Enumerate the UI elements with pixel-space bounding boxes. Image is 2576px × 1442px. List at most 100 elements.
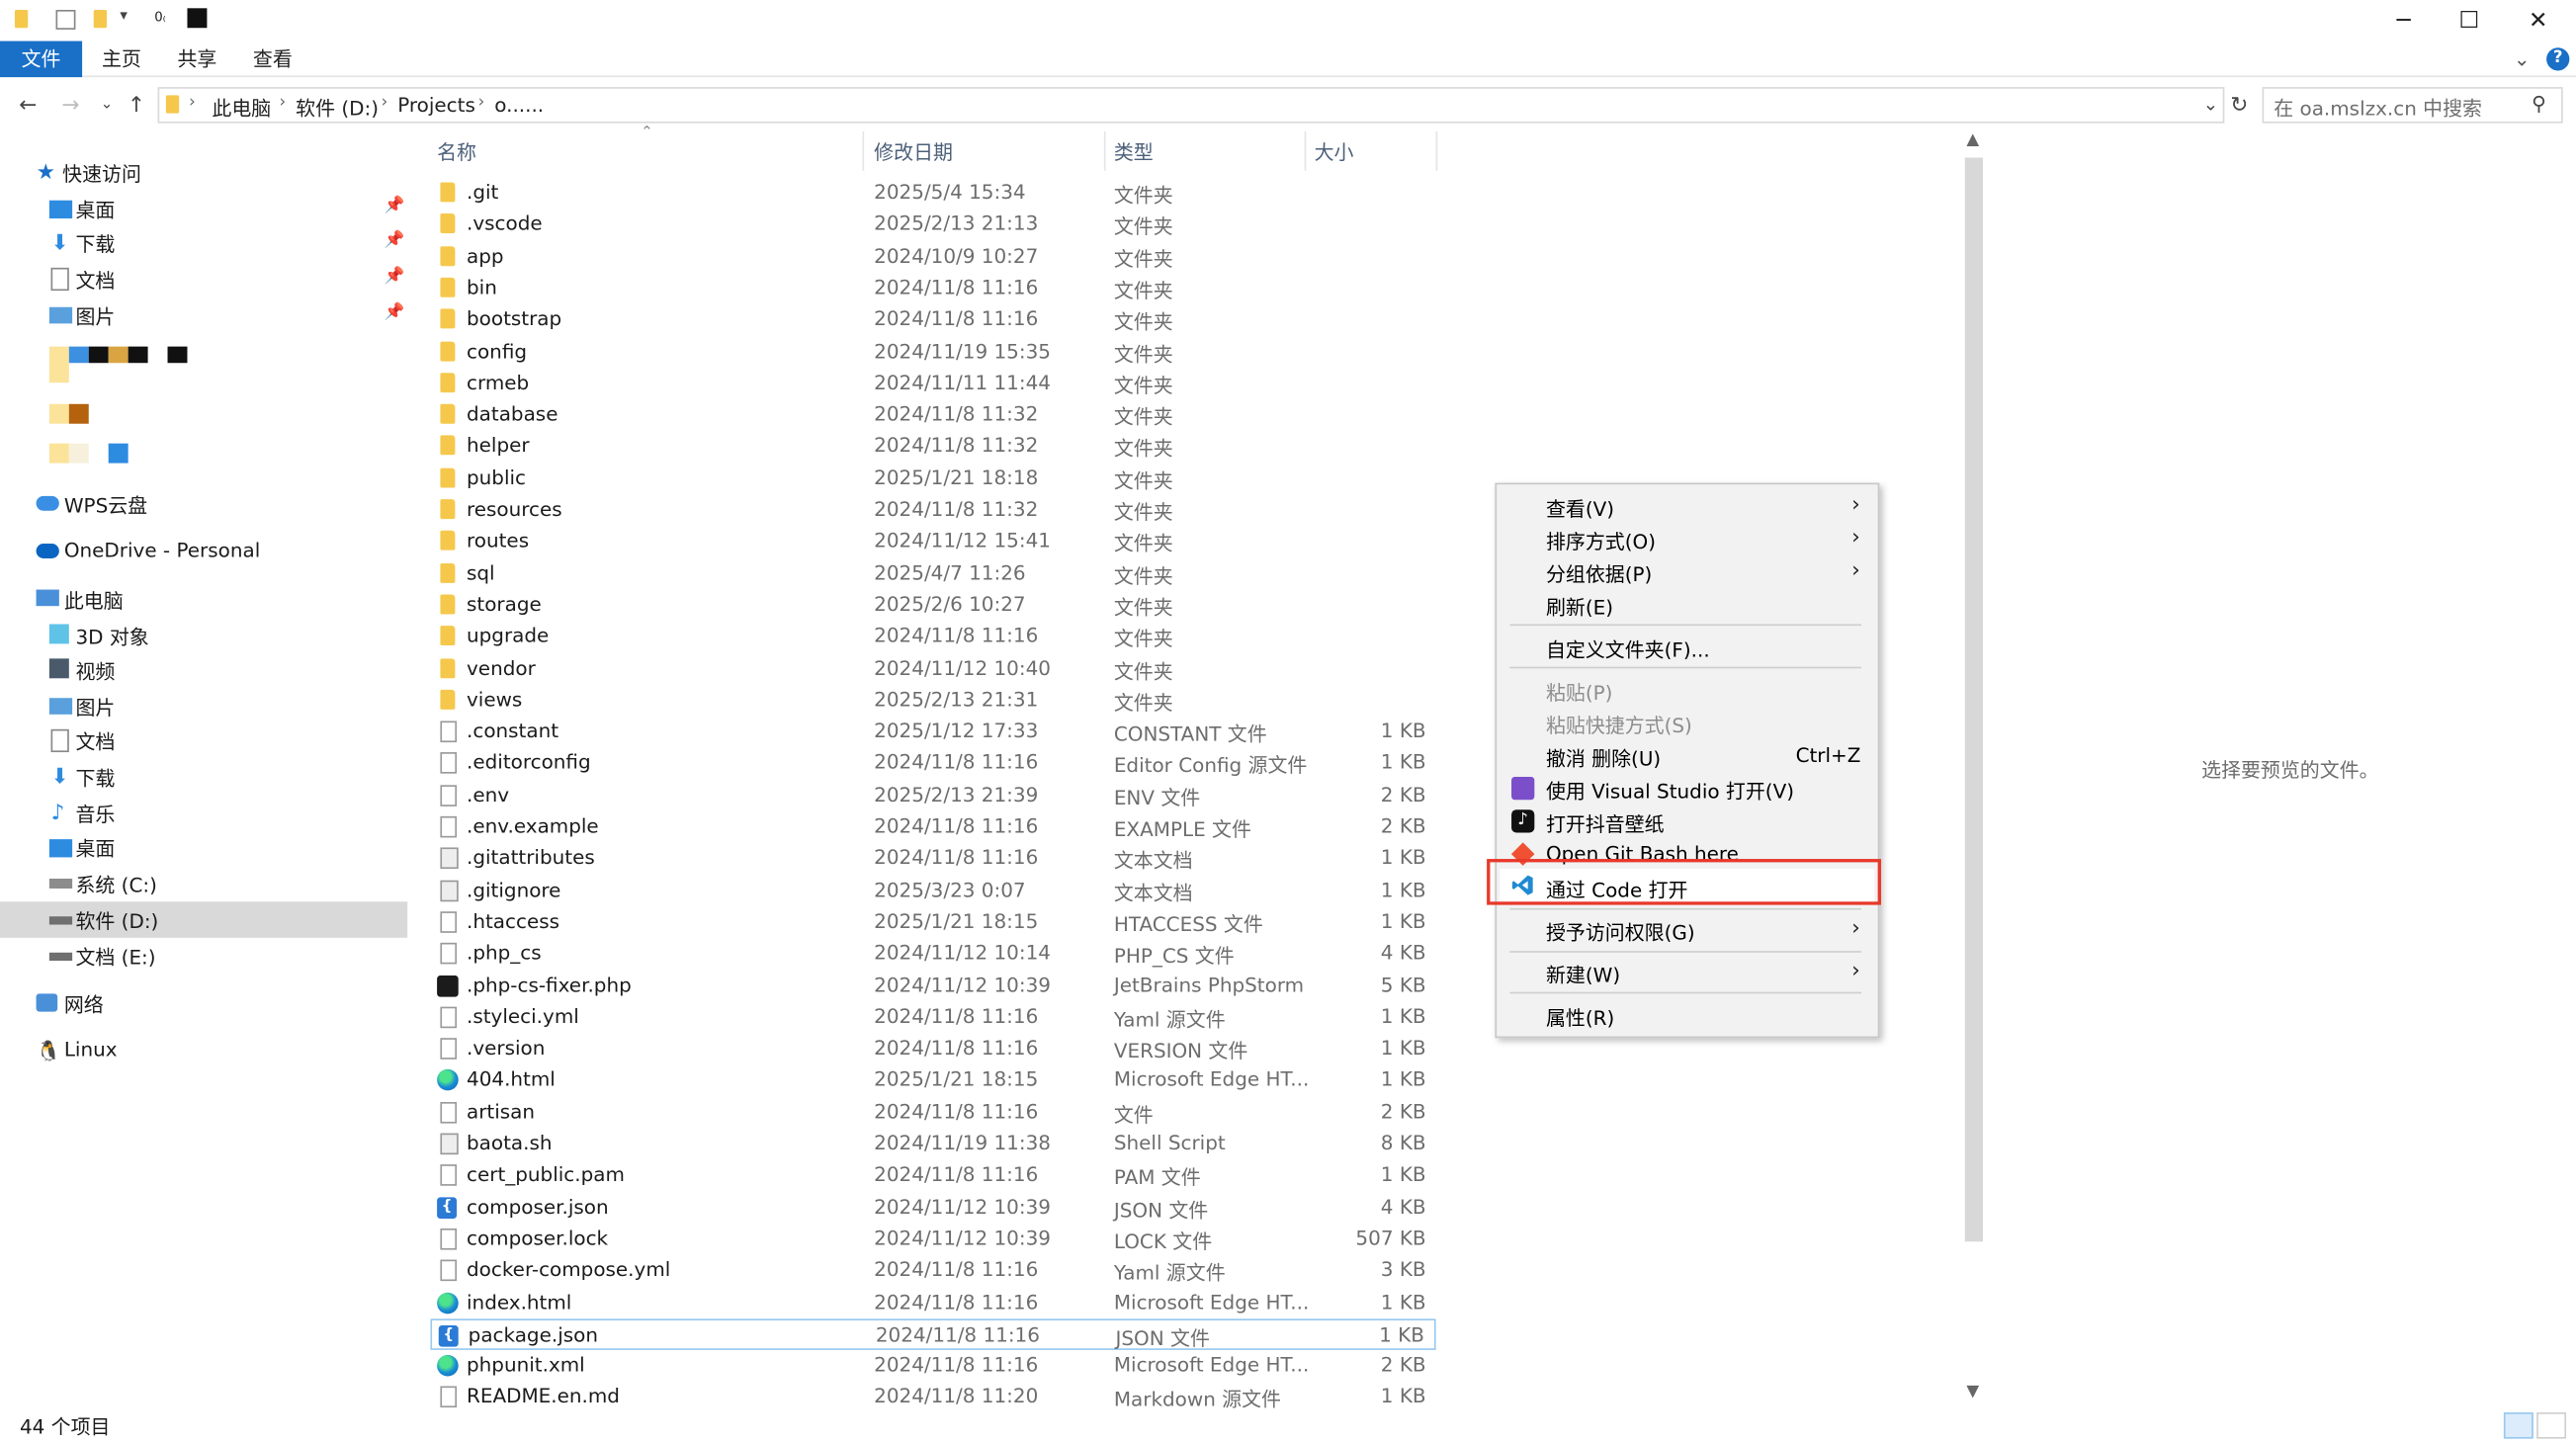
chevron-right-icon[interactable]: › — [478, 94, 485, 112]
file-row[interactable]: storage 2025/2/6 10:27 文件夹 — [430, 589, 1435, 621]
file-row[interactable]: .styleci.yml 2024/11/8 11:16 Yaml 源文件 1 KB — [430, 1001, 1435, 1033]
large-icons-view-button[interactable] — [2536, 1412, 2567, 1439]
nav-linux[interactable]: 🐧 Linux — [0, 1033, 407, 1069]
nav-3d-objects[interactable]: 3D 对象 — [0, 618, 407, 654]
column-divider[interactable] — [862, 130, 865, 171]
column-header-size[interactable]: 大小 — [1315, 138, 1354, 166]
file-row[interactable]: baota.sh 2024/11/19 11:38 Shell Script 8 KB — [430, 1129, 1435, 1160]
breadcrumb-drive-d[interactable]: 软件 (D:) — [296, 94, 379, 122]
file-row[interactable]: bootstrap 2024/11/8 11:16 文件夹 — [430, 304, 1435, 336]
nav-quick-downloads[interactable]: ⬇ 下载 📌 — [0, 225, 407, 262]
nav-quick-access[interactable]: ★ 快速访问 — [0, 154, 407, 191]
new-folder-icon[interactable] — [93, 9, 108, 29]
tab-share[interactable]: 共享 — [164, 42, 229, 78]
nav-quick-documents[interactable]: 文档 📌 — [0, 261, 407, 297]
nav-this-pc[interactable]: 此电脑 — [0, 581, 407, 618]
refresh-icon[interactable]: ↻ — [2224, 90, 2254, 120]
details-view-button[interactable] — [2503, 1412, 2533, 1439]
expand-ribbon-icon[interactable]: ⌄ — [2514, 47, 2531, 70]
minimize-button[interactable]: ─ — [2369, 0, 2439, 42]
file-row[interactable]: .php_cs 2024/11/12 10:14 PHP_CS 文件 4 KB — [430, 938, 1435, 970]
file-row[interactable]: 404.html 2025/1/21 18:15 Microsoft Edge HT… — [430, 1064, 1435, 1096]
file-row[interactable]: .htaccess 2025/1/21 18:15 HTACCESS 文件 1 KB — [430, 906, 1435, 938]
scroll-up-icon[interactable]: ▲ — [1966, 131, 1979, 149]
properties-icon[interactable] — [55, 9, 76, 30]
column-divider[interactable] — [1103, 130, 1106, 171]
nav-quick-desktop[interactable]: 桌面 📌 — [0, 191, 407, 227]
chevron-right-icon[interactable]: › — [382, 94, 388, 112]
column-header-date[interactable]: 修改日期 — [874, 138, 953, 166]
file-row[interactable]: database 2024/11/8 11:32 文件夹 — [430, 399, 1435, 431]
chevron-right-icon[interactable]: › — [189, 94, 196, 112]
file-row[interactable]: app 2024/10/9 10:27 文件夹 — [430, 241, 1435, 273]
nav-documents[interactable]: 文档 — [0, 722, 407, 759]
column-header-type[interactable]: 类型 — [1114, 138, 1154, 166]
vertical-scrollbar[interactable]: ▲ ▼ — [1961, 131, 1988, 1409]
search-icon[interactable]: ⚲ — [2532, 92, 2546, 115]
file-row[interactable]: .gitignore 2025/3/23 0:07 文本文档 1 KB — [430, 875, 1435, 906]
file-row[interactable]: index.html 2024/11/8 11:16 Microsoft Edge … — [430, 1287, 1435, 1318]
menu-item-undo[interactable]: 撤消 删除(U) Ctrl+Z — [1500, 739, 1874, 772]
address-dropdown-icon[interactable]: ⌄ — [2203, 94, 2218, 116]
close-button[interactable]: ✕ — [2504, 0, 2573, 42]
nav-onedrive[interactable]: OneDrive - Personal — [0, 534, 407, 570]
pin-icon[interactable]: 📌 — [385, 197, 405, 214]
file-row[interactable]: .php-cs-fixer.php 2024/11/12 10:39 JetBrai… — [430, 970, 1435, 1001]
pin-icon[interactable]: 📌 — [385, 268, 405, 286]
pin-icon[interactable]: 📌 — [385, 303, 405, 321]
up-arrow-icon[interactable]: ↑ — [122, 90, 151, 120]
file-row[interactable]: .env.example 2024/11/8 11:16 EXAMPLE 文件 2 K… — [430, 811, 1435, 843]
nav-drive-d[interactable]: 软件 (D:) — [0, 901, 408, 938]
recent-locations-icon[interactable]: ⌄ — [92, 90, 122, 120]
tab-file[interactable]: 文件 — [0, 41, 83, 78]
nav-drive-e[interactable]: 文档 (E:) — [0, 938, 407, 975]
file-row[interactable]: config 2024/11/19 15:35 文件夹 — [430, 336, 1435, 368]
address-bar[interactable]: › 此电脑 › 软件 (D:) › Projects › o...... ⌄ — [157, 87, 2225, 124]
file-row[interactable]: {package.json 2024/11/8 11:16 JSON 文件 1 KB — [430, 1318, 1436, 1350]
breadcrumb-current[interactable]: o...... — [494, 94, 544, 117]
menu-item-properties[interactable]: 属性(R) — [1500, 998, 1874, 1031]
nav-drive-c[interactable]: 系统 (C:) — [0, 866, 407, 902]
menu-item-new[interactable]: 新建(W) › — [1500, 956, 1874, 988]
scrollbar-thumb[interactable] — [1964, 157, 1984, 1242]
breadcrumb-this-pc[interactable]: 此电脑 — [212, 94, 271, 122]
menu-item-customize[interactable]: 自定义文件夹(F)... — [1500, 631, 1874, 663]
file-row[interactable]: views 2025/2/13 21:31 文件夹 — [430, 685, 1435, 717]
file-row[interactable]: helper 2024/11/8 11:32 文件夹 — [430, 431, 1435, 463]
file-row[interactable]: .editorconfig 2024/11/8 11:16 Editor Confi… — [430, 748, 1435, 780]
nav-pictures[interactable]: 图片 — [0, 688, 407, 724]
file-row[interactable]: .vscode 2025/2/13 21:13 文件夹 — [430, 210, 1435, 241]
tab-home[interactable]: 主页 — [89, 42, 154, 78]
help-icon[interactable]: ? — [2546, 47, 2570, 71]
file-row[interactable]: cert_public.pam 2024/11/8 11:16 PAM 文件 1 KB — [430, 1160, 1435, 1192]
file-row[interactable]: docker-compose.yml 2024/11/8 11:16 Yaml 源文… — [430, 1255, 1435, 1287]
menu-item-view[interactable]: 查看(V) › — [1500, 489, 1874, 522]
file-row[interactable]: .version 2024/11/8 11:16 VERSION 文件 1 KB — [430, 1033, 1435, 1064]
file-row[interactable]: bin 2024/11/8 11:16 文件夹 — [430, 273, 1435, 304]
file-row[interactable]: resources 2024/11/8 11:32 文件夹 — [430, 494, 1435, 526]
nav-downloads[interactable]: ⬇ 下载 — [0, 759, 407, 796]
forward-arrow-icon[interactable]: → — [56, 90, 86, 120]
pin-icon[interactable]: 📌 — [385, 231, 405, 249]
scroll-down-icon[interactable]: ▼ — [1966, 1383, 1979, 1400]
column-divider[interactable] — [1304, 130, 1307, 171]
file-row[interactable]: public 2025/1/21 18:18 文件夹 — [430, 463, 1435, 494]
file-row[interactable]: vendor 2024/11/12 10:40 文件夹 — [430, 653, 1435, 685]
file-row[interactable]: .env 2025/2/13 21:39 ENV 文件 2 KB — [430, 780, 1435, 811]
file-row[interactable]: upgrade 2024/11/8 11:16 文件夹 — [430, 621, 1435, 652]
nav-music[interactable]: ♪ 音乐 — [0, 795, 407, 831]
back-arrow-icon[interactable]: ← — [13, 90, 43, 120]
nav-videos[interactable]: 视频 — [0, 652, 407, 689]
file-row[interactable]: .constant 2025/1/12 17:33 CONSTANT 文件 1 KB — [430, 717, 1435, 748]
column-header-name[interactable]: 名称 — [437, 138, 476, 166]
search-input[interactable]: 在 oa.mslzx.cn 中搜索 — [2262, 87, 2563, 124]
file-row[interactable]: composer.lock 2024/11/12 10:39 LOCK 文件 507 … — [430, 1224, 1435, 1255]
file-row[interactable]: routes 2024/11/12 15:41 文件夹 — [430, 526, 1435, 557]
breadcrumb-projects[interactable]: Projects — [397, 94, 475, 117]
nav-wps-cloud[interactable]: WPS云盘 — [0, 486, 407, 523]
file-row[interactable]: sql 2025/4/7 11:26 文件夹 — [430, 557, 1435, 589]
menu-item-sort[interactable]: 排序方式(O) › — [1500, 522, 1874, 554]
menu-item-grant-access[interactable]: 授予访问权限(G) › — [1500, 913, 1874, 946]
nav-desktop[interactable]: 桌面 — [0, 829, 407, 866]
file-row[interactable]: {composer.json 2024/11/12 10:39 JSON 文件 4 K… — [430, 1192, 1435, 1224]
